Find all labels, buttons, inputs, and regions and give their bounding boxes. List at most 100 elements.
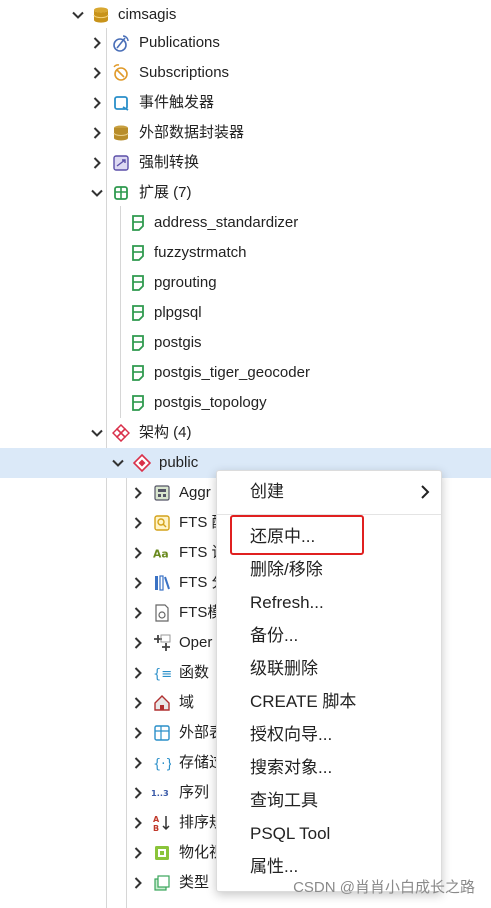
tree-node-label: 事件触发器 (139, 94, 215, 111)
materialized-view-icon (153, 844, 171, 862)
tree-node-label: Aggr (179, 484, 211, 501)
svg-text:Aa: Aa (153, 548, 169, 561)
tree-node-label: postgis_tiger_geocoder (154, 364, 310, 381)
menu-item-create-script[interactable]: CREATE 脚本 (217, 687, 441, 717)
menu-item-label: Refresh... (250, 593, 324, 612)
svg-text:{·}: {·} (153, 757, 171, 772)
tree-node-label: address_standardizer (154, 214, 299, 231)
chevron-right-icon[interactable] (130, 515, 146, 531)
watermark-text: CSDN @肖肖小白成长之路 (293, 879, 475, 896)
annotation-highlight-box (230, 515, 364, 555)
extension-icon (129, 334, 147, 352)
domain-icon (153, 694, 171, 712)
schemas-icon (112, 424, 130, 442)
tree-node-extension[interactable]: address_standardizer (0, 208, 491, 238)
chevron-right-icon[interactable] (130, 575, 146, 591)
tree-node-subscriptions[interactable]: Subscriptions (0, 58, 491, 88)
tree-node-label: 序列 (179, 784, 210, 801)
chevron-right-icon[interactable] (130, 725, 146, 741)
chevron-down-icon[interactable] (70, 7, 86, 23)
extension-icon (129, 274, 147, 292)
tree-node-event-triggers[interactable]: 事件触发器 (0, 88, 491, 118)
extension-icon (129, 364, 147, 382)
chevron-right-icon[interactable] (130, 545, 146, 561)
chevron-right-icon[interactable] (89, 95, 105, 111)
extension-icon (129, 214, 147, 232)
tree-node-extension[interactable]: fuzzystrmatch (0, 238, 491, 268)
svg-text:A: A (153, 815, 160, 824)
fts-dictionary-icon: Aa (153, 544, 171, 562)
chevron-right-icon[interactable] (130, 605, 146, 621)
tree-node-label: cimsagis (118, 6, 177, 23)
tree-node-cimsagis[interactable]: cimsagis (0, 0, 491, 30)
tree-node-label: public (159, 454, 199, 471)
menu-item-cascade-delete[interactable]: 级联删除 (217, 654, 441, 684)
tree-node-fdw[interactable]: 外部数据封装器 (0, 118, 491, 148)
tree-node-casts[interactable]: 强制转换 (0, 148, 491, 178)
chevron-right-icon[interactable] (130, 695, 146, 711)
tree-node-extension[interactable]: postgis_tiger_geocoder (0, 358, 491, 388)
tree-node-extension[interactable]: postgis (0, 328, 491, 358)
cast-icon (112, 154, 130, 172)
menu-item-label: 属性... (250, 857, 299, 876)
tree-node-label: 架构 (4) (139, 424, 192, 441)
tree-node-extension[interactable]: plpgsql (0, 298, 491, 328)
tree-node-extensions[interactable]: 扩展 (7) (0, 178, 491, 208)
tree-node-label: plpgsql (154, 304, 202, 321)
menu-item-delete[interactable]: 删除/移除 (217, 555, 441, 585)
fts-template-icon (153, 604, 171, 622)
tree-node-schemas[interactable]: 架构 (4) (0, 418, 491, 448)
chevron-right-icon[interactable] (130, 875, 146, 891)
menu-item-search-objects[interactable]: 搜索对象... (217, 753, 441, 783)
tree-node-label: Subscriptions (139, 64, 230, 81)
chevron-right-icon[interactable] (130, 485, 146, 501)
chevron-right-icon[interactable] (130, 845, 146, 861)
chevron-right-icon[interactable] (130, 635, 146, 651)
tree-node-label: 强制转换 (139, 154, 200, 171)
tree-node-label: pgrouting (154, 274, 217, 291)
menu-item-backup[interactable]: 备份... (217, 621, 441, 651)
schema-icon (133, 454, 151, 472)
tree-node-label: postgis_topology (154, 394, 267, 411)
menu-item-psql-tool[interactable]: PSQL Tool (217, 819, 441, 849)
chevron-right-icon[interactable] (130, 785, 146, 801)
menu-item-label: CREATE 脚本 (250, 692, 357, 711)
function-icon: {≡} (153, 664, 171, 682)
tree-node-label: 域 (179, 694, 195, 711)
menu-item-create[interactable]: 创建 (217, 477, 441, 507)
collation-icon: AB (153, 814, 171, 832)
tree-node-label: postgis (154, 334, 202, 351)
operator-icon (153, 634, 171, 652)
menu-item-label: 搜索对象... (250, 758, 333, 777)
procedure-icon: {·} (153, 754, 171, 772)
database-icon (92, 6, 110, 24)
chevron-right-icon[interactable] (130, 665, 146, 681)
menu-item-label: 查询工具 (250, 791, 318, 810)
fts-parser-icon (153, 574, 171, 592)
tree-node-publications[interactable]: Publications (0, 28, 491, 58)
tree-node-label: fuzzystrmatch (154, 244, 247, 261)
sequence-icon: 1..3 (151, 784, 169, 802)
extension-icon (129, 304, 147, 322)
menu-item-label: 级联删除 (250, 659, 318, 678)
menu-item-grant-wizard[interactable]: 授权向导... (217, 720, 441, 750)
tree-node-extension[interactable]: postgis_topology (0, 388, 491, 418)
menu-item-label: 创建 (250, 482, 284, 501)
chevron-right-icon[interactable] (130, 815, 146, 831)
extension-icon (129, 394, 147, 412)
subscription-icon (112, 64, 130, 82)
tree-node-extension[interactable]: pgrouting (0, 268, 491, 298)
type-icon (153, 874, 171, 892)
chevron-down-icon[interactable] (89, 425, 105, 441)
chevron-right-icon[interactable] (89, 125, 105, 141)
tree-node-label: Oper (179, 634, 213, 651)
chevron-down-icon[interactable] (110, 455, 126, 471)
menu-item-query-tool[interactable]: 查询工具 (217, 786, 441, 816)
chevron-right-icon[interactable] (130, 755, 146, 771)
chevron-down-icon[interactable] (89, 185, 105, 201)
chevron-right-icon[interactable] (89, 35, 105, 51)
chevron-right-icon[interactable] (89, 155, 105, 171)
chevron-right-icon[interactable] (89, 65, 105, 81)
menu-item-label: PSQL Tool (250, 824, 331, 843)
menu-item-refresh[interactable]: Refresh... (217, 588, 441, 618)
